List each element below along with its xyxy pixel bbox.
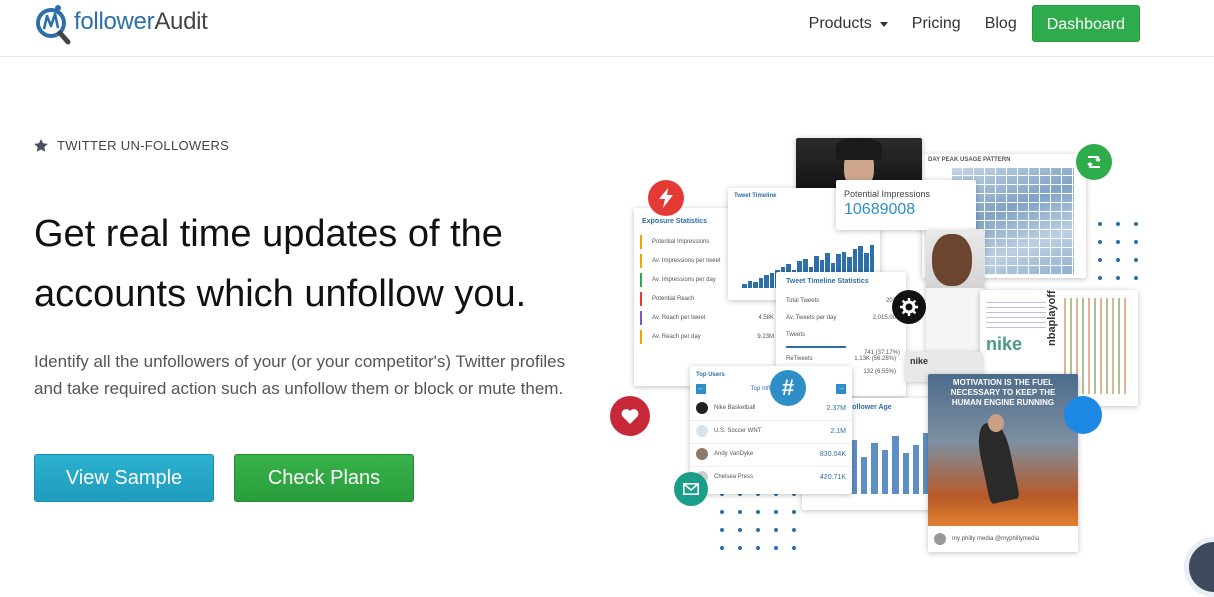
poster-line: HUMAN ENGINE RUNNING <box>951 398 1055 407</box>
hero-collage: DAY PEAK USAGE PATTERN Exposure Statisti… <box>606 134 1146 564</box>
logo-icon <box>36 5 71 45</box>
nav-blog-link[interactable]: Blog <box>985 15 1017 33</box>
view-sample-button[interactable]: View Sample <box>34 454 214 502</box>
caret-down-icon <box>879 21 888 27</box>
athlete-photo <box>926 230 984 352</box>
stat-label: ReTweets <box>786 356 813 362</box>
hashtag-icon: # <box>770 370 806 406</box>
poster-line: NECESSARY TO KEEP THE <box>950 388 1056 397</box>
top-user-name: Chelsea Press <box>714 474 754 480</box>
nav-links: Products Pricing Blog Dashboard <box>809 5 1140 42</box>
star-icon <box>34 139 48 152</box>
potential-impressions-card: Potential Impressions 10689008 <box>836 180 976 230</box>
nav-pricing-link[interactable]: Pricing <box>912 15 961 33</box>
top-user-count: 420.71K <box>819 473 846 481</box>
impressions-value: 10689008 <box>844 201 916 218</box>
avatar <box>934 533 946 545</box>
brand-name: followerAudit <box>74 8 208 36</box>
top-user-name: Andy VanDyke <box>714 451 754 457</box>
hero-title: Get real time updates of the accounts wh… <box>34 213 527 315</box>
hero-eyebrow: TWITTER UN-FOLLOWERS <box>34 138 229 153</box>
top-user-row[interactable]: Nike Basketball 2.37M <box>690 400 852 421</box>
exposure-row-label: Av. Impressions per day <box>652 277 716 283</box>
cloud-word: nbaplayoffs <box>1046 290 1058 346</box>
brand-name-part1: follower <box>74 8 155 35</box>
top-user-count: 2.1M <box>830 427 846 435</box>
navbar: followerAudit Products Pricing Blog Dash… <box>0 0 1214 57</box>
top-user-count: 830.04K <box>819 450 846 458</box>
heatmap-title: DAY PEAK USAGE PATTERN <box>928 157 1011 163</box>
stat-label: Av. Tweets per day <box>786 315 837 321</box>
stat-value: 1,13K (56.28%) <box>854 356 896 362</box>
dashboard-button[interactable]: Dashboard <box>1031 5 1140 42</box>
nike-word: nike <box>910 356 929 366</box>
mail-icon <box>674 472 708 506</box>
cloud-word: nike <box>986 334 1023 354</box>
avatar <box>696 425 708 437</box>
avatar <box>696 402 708 414</box>
stat-label: Total Tweets <box>786 298 820 304</box>
exposure-row-value: 4.58K <box>758 315 774 321</box>
top-user-row[interactable]: Andy VanDyke 830.04K <box>690 444 852 467</box>
nav-products-label: Products <box>808 14 872 32</box>
exposure-row-value: 9.23M <box>757 334 774 340</box>
brand-logo[interactable]: followerAudit <box>34 2 208 46</box>
gear-icon <box>892 290 926 324</box>
top-user-name: Nike Basketball <box>714 405 756 411</box>
avatar <box>696 448 708 460</box>
next-arrow-icon[interactable]: → <box>835 384 846 394</box>
retweet-icon <box>1076 144 1112 180</box>
poster-caption: my philly media @myphillymedia <box>952 536 1040 542</box>
top-user-row[interactable]: Chelsea Press 420.71K <box>690 467 852 487</box>
top-user-name: U.S. Soccer WNT <box>714 428 762 434</box>
stat-label: Tweets <box>786 332 806 338</box>
exposure-row-label: Av. Reach per tweet <box>652 315 706 321</box>
stat-value: 132 (6.55%) <box>863 369 896 375</box>
brand-name-part2: Audit <box>154 8 208 35</box>
nav-products-dropdown[interactable]: Products <box>809 15 888 33</box>
chat-widget-button[interactable] <box>1184 537 1214 597</box>
stat-value: 2,015.00 <box>872 315 896 321</box>
heart-icon <box>610 396 650 436</box>
prev-arrow-icon[interactable]: ← <box>696 384 706 394</box>
lightning-icon <box>648 180 684 216</box>
timeline-stats-title: Tweet Timeline Statistics <box>786 278 869 285</box>
poster-line: MOTIVATION IS THE FUEL <box>952 378 1054 387</box>
exposure-row-label: Potential Impressions <box>652 239 710 245</box>
poster-image: MOTIVATION IS THE FUEL NECESSARY TO KEEP… <box>928 374 1078 526</box>
exposure-row-label: Av. Impressions per tweet <box>652 258 721 264</box>
hero-description: Identify all the unfollowers of your (or… <box>34 352 566 398</box>
exposure-row-label: Potential Reach <box>652 296 695 302</box>
stat-value: 741 (37.17%) <box>863 350 900 356</box>
hero-eyebrow-label: TWITTER UN-FOLLOWERS <box>57 138 230 153</box>
top-user-count: 2.37M <box>826 404 846 412</box>
top-user-row[interactable]: U.S. Soccer WNT 2.1M <box>690 421 852 444</box>
exposure-row-label: Av. Reach per day <box>652 334 701 340</box>
blue-dot-icon <box>1064 396 1102 434</box>
motivation-poster-card: MOTIVATION IS THE FUEL NECESSARY TO KEEP… <box>928 374 1078 552</box>
impressions-label: Potential Impressions <box>844 189 931 199</box>
check-plans-button[interactable]: Check Plans <box>234 454 414 502</box>
